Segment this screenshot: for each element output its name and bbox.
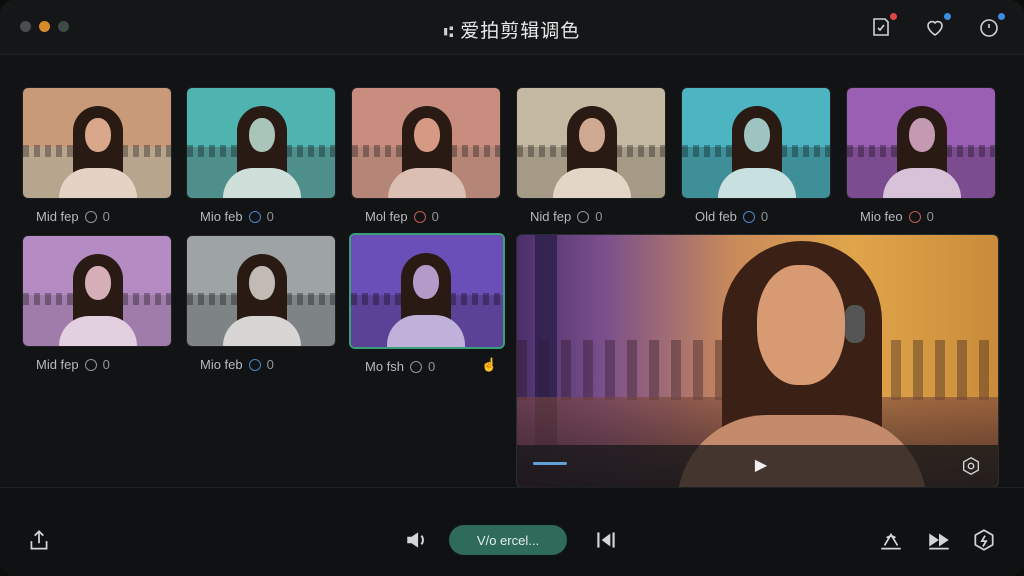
filter-indicator-icon[interactable]	[413, 210, 426, 223]
filter-thumbnail[interactable]	[516, 87, 666, 199]
filter-count: 0	[428, 359, 436, 374]
preview-face	[757, 265, 845, 385]
filter-count: 0	[102, 209, 110, 224]
filter-card[interactable]: Mol fep 0	[351, 87, 501, 224]
thumbnail-face	[744, 118, 770, 152]
filter-card[interactable]: Mid fep 0	[22, 87, 172, 224]
filter-caption: Old feb 0	[681, 209, 831, 224]
filter-caption: Mid fep 0	[22, 357, 172, 372]
filter-count: 0	[431, 209, 439, 224]
title-text: 爱拍剪辑调色	[460, 21, 581, 42]
filter-count: 0	[102, 357, 110, 372]
filter-thumbnail[interactable]	[186, 87, 336, 199]
filter-caption: Mol fep 0	[351, 209, 501, 224]
filter-indicator-icon[interactable]	[84, 358, 97, 371]
filter-card[interactable]: Mio feb 0	[186, 87, 336, 224]
filter-thumbnail[interactable]	[22, 87, 172, 199]
filter-caption: Mio feo 0	[846, 209, 996, 224]
speaker-icon[interactable]	[404, 527, 430, 553]
filter-card[interactable]: Mio feb 0	[186, 235, 336, 372]
bottom-toolbar: V/o ercel...	[0, 487, 1024, 576]
filter-count: 0	[595, 209, 603, 224]
filter-indicator-icon[interactable]	[248, 210, 261, 223]
play-button[interactable]: ▶	[751, 456, 771, 476]
skip-end-icon[interactable]	[593, 527, 619, 553]
headphones	[845, 305, 865, 343]
filter-name: Old feb	[695, 209, 737, 224]
filter-count: 0	[926, 209, 934, 224]
filter-count: 0	[266, 209, 274, 224]
notification-badge	[944, 13, 951, 20]
filter-indicator-icon[interactable]	[577, 210, 590, 223]
settings-icon[interactable]	[960, 455, 982, 477]
thumbnail-face	[909, 118, 935, 152]
filter-indicator-icon[interactable]	[908, 210, 921, 223]
filter-name: Mol fep	[365, 209, 408, 224]
progress-bar[interactable]	[533, 462, 567, 465]
filter-thumbnail[interactable]	[846, 87, 996, 199]
filter-gallery: Mo fsh 0 Mio feb 0 Mid fep 0 Mio feo 0 Old feb 0 N…	[0, 55, 1024, 488]
filter-indicator-icon[interactable]	[84, 210, 97, 223]
filter-card[interactable]: Mo fsh 0	[349, 233, 505, 374]
filter-indicator-icon[interactable]	[742, 210, 755, 223]
thumbnail-face	[85, 266, 111, 300]
notification-badge	[890, 13, 897, 20]
filter-card[interactable]: Nid fep 0	[516, 87, 666, 224]
title-bar: ⑆ 爱拍剪辑调色	[0, 0, 1024, 55]
thumbnail-face	[249, 118, 275, 152]
player-controls: ▶	[517, 445, 998, 487]
filter-count: 0	[266, 357, 274, 372]
filter-indicator-icon[interactable]	[410, 360, 423, 373]
thumbnail-face	[413, 265, 439, 299]
filter-indicator-icon[interactable]	[248, 358, 261, 371]
filter-thumbnail[interactable]	[186, 235, 336, 347]
heart-icon[interactable]	[922, 13, 951, 40]
export-button[interactable]: V/o ercel...	[449, 525, 567, 555]
filter-name: Mio feb	[200, 209, 243, 224]
filter-name: Mio feb	[200, 357, 243, 372]
fast-forward-icon[interactable]	[926, 527, 952, 553]
thumbnail-face	[249, 266, 275, 300]
app-icon: ⑆	[443, 24, 455, 41]
filter-caption: Mo fsh 0	[351, 359, 501, 374]
edit-check-icon[interactable]	[868, 13, 897, 40]
top-toolbar	[868, 13, 1005, 40]
cursor-icon: ☝	[481, 357, 498, 372]
filter-card[interactable]: Mio feo 0	[846, 87, 996, 224]
filter-name: Mio feo	[860, 209, 903, 224]
filter-name: Mid fep	[36, 357, 79, 372]
filter-thumbnail[interactable]	[681, 87, 831, 199]
filter-name: Mo fsh	[365, 359, 405, 374]
filter-name: Mid fep	[36, 209, 79, 224]
timer-icon[interactable]	[976, 13, 1005, 40]
settings-hex-icon[interactable]	[971, 527, 997, 553]
filter-card[interactable]: Old feb 0	[681, 87, 831, 224]
filter-caption: Mio feb 0	[186, 209, 336, 224]
notification-badge	[998, 13, 1005, 20]
thumbnail-face	[579, 118, 605, 152]
filter-name: Nid fep	[530, 209, 572, 224]
filter-thumbnail[interactable]	[351, 87, 501, 199]
filter-count: 0	[760, 209, 769, 224]
app-window: ⑆ 爱拍剪辑调色 Mo fsh 0 Mio feb 0 Mid fep 0 Mio feo 0 O…	[0, 0, 1024, 576]
thumbnail-face	[85, 118, 111, 152]
filter-thumbnail[interactable]	[349, 233, 505, 349]
filter-caption: Mid fep 0	[22, 209, 172, 224]
thumbnail-face	[414, 118, 440, 152]
filter-card[interactable]: Mid fep 0	[22, 235, 172, 372]
video-preview[interactable]: ▶	[516, 234, 999, 488]
filter-thumbnail[interactable]	[22, 235, 172, 347]
cast-icon[interactable]	[878, 527, 904, 553]
filter-caption: Mio feb 0	[186, 357, 336, 372]
share-icon[interactable]	[26, 527, 52, 553]
filter-caption: Nid fep 0	[516, 209, 666, 224]
